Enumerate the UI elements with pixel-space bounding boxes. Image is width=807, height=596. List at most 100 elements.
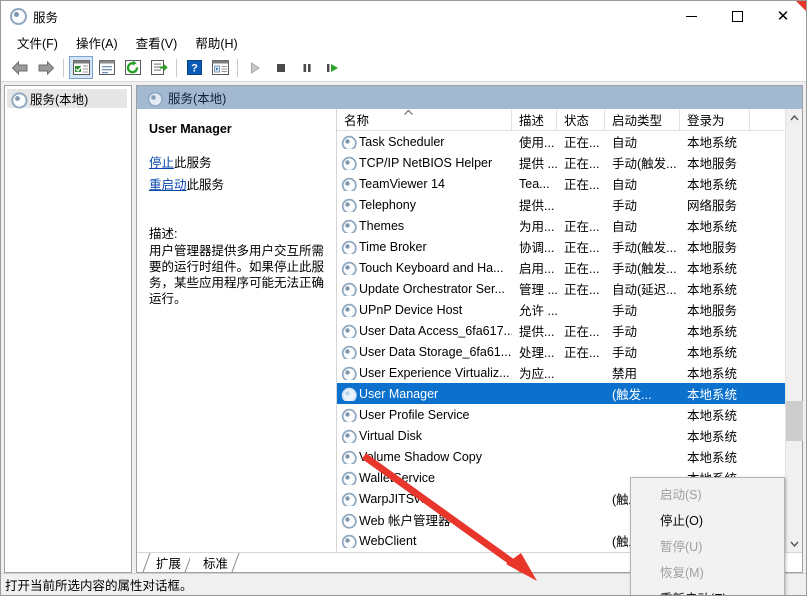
stop-service-link[interactable]: 停止 [149,156,174,170]
service-name-label: TCP/IP NetBIOS Helper [359,156,492,170]
context-menu-item-2[interactable]: 停止(O) [631,506,784,532]
table-row[interactable]: Touch Keyboard and Ha...启用...正在...手动(触发.… [337,257,785,278]
services-gear-icon [10,8,26,24]
column-header-4[interactable]: 启动类型 [605,109,680,130]
cell-startup: 手动(触发... [605,237,680,256]
table-row[interactable]: Volume Shadow Copy本地系统 [337,446,785,467]
properties-icon[interactable] [95,56,119,79]
menu-help[interactable]: 帮助(H) [186,30,246,56]
column-header-5[interactable]: 登录为 [680,109,750,130]
scrollbar-thumb[interactable] [786,401,803,441]
table-row[interactable]: UPnP Device Host允许 ...手动本地服务 [337,299,785,320]
cell-name: TeamViewer 14 [337,177,512,191]
column-header-1[interactable]: 名称 [337,109,512,130]
service-gear-icon [342,535,353,546]
cell-desc: 允许 ... [512,300,557,319]
context-menu-item-label: 暂停(U) [660,536,702,555]
cell-name: Themes [337,219,512,233]
detail-description-text: 用户管理器提供多用户交互所需要的运行时组件。如果停止此服务，某些应用程序可能无法… [149,243,324,307]
cell-status: 正在... [557,279,605,298]
cell-logon: 本地系统 [680,447,750,466]
menu-bar: 文件(F) 操作(A) 查看(V) 帮助(H) [1,31,806,54]
forward-icon[interactable] [34,56,58,79]
table-row[interactable]: Themes为用...正在...自动本地系统 [337,215,785,236]
toolbar-separator [237,59,238,77]
context-menu-item-3: 暂停(U) [631,532,784,558]
table-row[interactable]: Task Scheduler使用...正在...自动本地系统 [337,131,785,152]
service-gear-icon [342,514,353,525]
service-name-label: TeamViewer 14 [359,177,445,191]
cell-desc: 协调... [512,237,557,256]
list-view-icon[interactable] [208,56,232,79]
column-header-label: 登录为 [687,110,725,129]
service-name-label: Web 帐户管理器 [359,510,450,529]
show-hide-tree-icon[interactable] [69,56,93,79]
scroll-up-icon[interactable] [786,109,803,126]
scroll-down-icon[interactable] [786,535,803,552]
cell-name: WarpJITSvc [337,492,512,506]
main-body: 服务(本地) 服务(本地) User Manager 停止此服务 重启动此服务 … [1,82,806,573]
svg-text:?: ? [191,63,198,75]
menu-view[interactable]: 查看(V) [127,30,187,56]
service-gear-icon [342,472,353,483]
scrollbar-track[interactable] [786,126,803,535]
restart-service-icon[interactable] [321,56,345,79]
cell-name: Touch Keyboard and Ha... [337,261,512,275]
service-name-label: WalletService [359,471,435,485]
cell-startup: 手动 [605,342,680,361]
service-gear-icon [342,241,353,252]
service-name-label: User Manager [359,387,438,401]
cell-status: 正在... [557,321,605,340]
pause-service-icon[interactable] [295,56,319,79]
results-pane-header: 服务(本地) [137,86,802,109]
refresh-icon[interactable] [121,56,145,79]
cell-logon: 本地系统 [680,132,750,151]
cell-desc: Tea... [512,177,557,191]
back-icon[interactable] [8,56,32,79]
restart-service-link[interactable]: 重启动 [149,178,187,192]
column-header-3[interactable]: 状态 [557,109,605,130]
column-header-2[interactable]: 描述 [512,109,557,130]
table-row[interactable]: User Profile Service本地系统 [337,404,785,425]
table-row[interactable]: User Data Access_6fa617...提供...正在...手动本地… [337,320,785,341]
cell-name: TCP/IP NetBIOS Helper [337,156,512,170]
tab-standard[interactable]: 标准 [190,553,237,572]
export-list-icon[interactable] [147,56,171,79]
menu-action[interactable]: 操作(A) [67,30,127,56]
table-row[interactable]: Virtual Disk本地系统 [337,425,785,446]
cell-name: Time Broker [337,240,512,254]
service-name-label: Virtual Disk [359,429,422,443]
cell-logon: 本地系统 [680,321,750,340]
cell-startup: 手动 [605,300,680,319]
vertical-scrollbar[interactable] [785,109,802,552]
tree-item-label: 服务(本地) [30,89,88,108]
service-gear-icon [342,346,353,357]
title-bar: 服务 ✕ [1,1,806,31]
table-row[interactable]: Telephony提供...手动网络服务 [337,194,785,215]
stop-service-icon[interactable] [269,56,293,79]
service-gear-icon [342,220,353,231]
table-row[interactable]: TCP/IP NetBIOS Helper提供 ...正在...手动(触发...… [337,152,785,173]
table-row[interactable]: Time Broker协调...正在...手动(触发...本地服务 [337,236,785,257]
cell-name: WebClient [337,534,512,548]
tab-extended[interactable]: 扩展 [143,553,190,572]
table-row[interactable]: TeamViewer 14Tea...正在...自动本地系统 [337,173,785,194]
table-row-selected[interactable]: User Manager(触发...本地系统 [337,383,785,404]
table-row[interactable]: User Data Storage_6fa61...处理...正在...手动本地… [337,341,785,362]
table-row[interactable]: User Experience Virtualiz...为应...禁用本地系统 [337,362,785,383]
tree-item-services-local[interactable]: 服务(本地) [7,89,127,108]
tab-standard-label: 标准 [203,553,228,572]
table-row[interactable]: Update Orchestrator Ser...管理 ...正在...自动(… [337,278,785,299]
cell-name: User Manager [337,387,512,401]
maximize-button[interactable] [714,1,760,31]
cell-logon: 本地服务 [680,300,750,319]
cell-name: User Data Storage_6fa61... [337,345,512,359]
context-menu-item-5[interactable]: 重新启动(E) [631,584,784,596]
service-gear-icon [342,325,353,336]
help-icon[interactable]: ? [182,56,206,79]
menu-file[interactable]: 文件(F) [8,30,67,56]
minimize-button[interactable] [668,1,714,31]
cell-name: User Profile Service [337,408,512,422]
service-name-label: User Data Access_6fa617... [359,324,512,338]
start-service-icon[interactable] [243,56,267,79]
